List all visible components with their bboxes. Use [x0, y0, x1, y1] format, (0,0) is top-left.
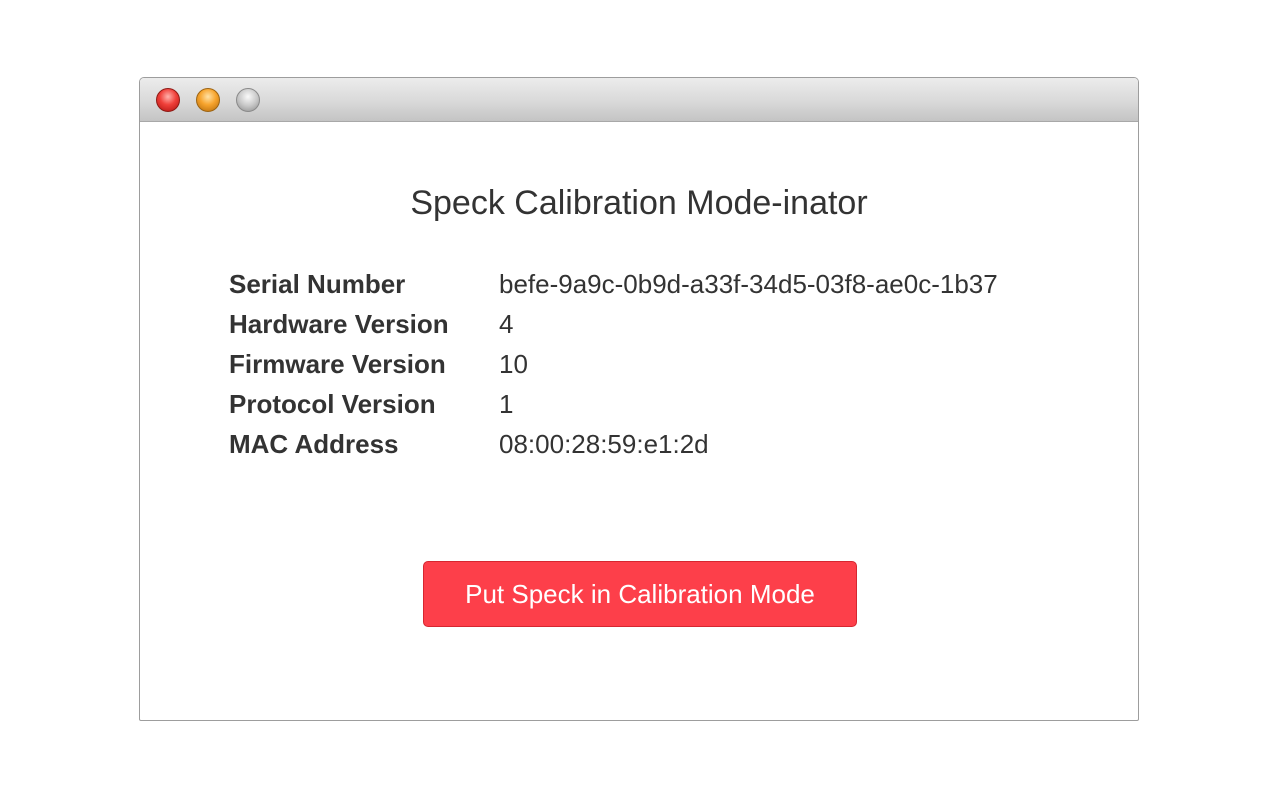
info-label: Protocol Version — [229, 388, 436, 419]
info-label: Serial Number — [229, 268, 406, 299]
info-value: befe-9a9c-0b9d-a33f-34d5-03f8-ae0c-1b37 — [499, 268, 998, 299]
window-titlebar[interactable] — [140, 78, 1138, 122]
info-label: MAC Address — [229, 428, 399, 459]
info-row-protocol-version: Protocol Version 1 — [229, 384, 1069, 424]
minimize-icon[interactable] — [196, 88, 220, 112]
zoom-icon[interactable] — [236, 88, 260, 112]
window-content: Speck Calibration Mode-inator Serial Num… — [140, 122, 1138, 720]
info-value: 10 — [499, 348, 528, 379]
info-row-mac-address: MAC Address 08:00:28:59:e1:2d — [229, 424, 1069, 464]
close-icon[interactable] — [156, 88, 180, 112]
info-label: Hardware Version — [229, 308, 449, 339]
device-info-table: Serial Number befe-9a9c-0b9d-a33f-34d5-0… — [229, 264, 1069, 464]
app-window: Speck Calibration Mode-inator Serial Num… — [139, 77, 1139, 721]
info-row-serial-number: Serial Number befe-9a9c-0b9d-a33f-34d5-0… — [229, 264, 1069, 304]
info-value: 4 — [499, 308, 514, 339]
info-value: 1 — [499, 388, 514, 419]
calibration-mode-button[interactable]: Put Speck in Calibration Mode — [423, 561, 857, 627]
info-row-hardware-version: Hardware Version 4 — [229, 304, 1069, 344]
page-title: Speck Calibration Mode-inator — [410, 184, 868, 222]
info-value: 08:00:28:59:e1:2d — [499, 428, 709, 459]
info-label: Firmware Version — [229, 348, 446, 379]
info-row-firmware-version: Firmware Version 10 — [229, 344, 1069, 384]
